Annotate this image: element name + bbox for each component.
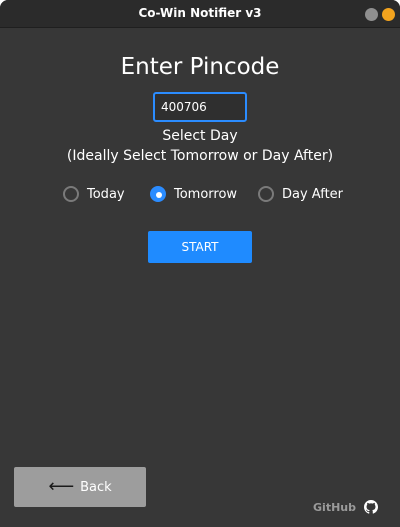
close-button[interactable] [382,8,395,21]
radio-button-icon[interactable] [63,186,79,202]
radio-today[interactable]: Today [63,186,125,202]
select-day-label: Select Day [162,128,238,144]
radio-tomorrow[interactable]: Tomorrow [150,186,237,202]
start-button[interactable]: START [148,231,252,263]
back-button[interactable]: ⟵ Back [14,467,146,507]
radio-day-after[interactable]: Day After [258,186,343,202]
radio-button-icon[interactable] [150,186,166,202]
github-link[interactable]: GitHub [313,500,378,514]
window-title: Co-Win Notifier v3 [138,6,262,20]
radio-button-icon[interactable] [258,186,274,202]
app-window: Co-Win Notifier v3 Enter Pincode Select … [0,0,400,527]
radio-label: Tomorrow [174,186,238,202]
github-label: GitHub [313,500,356,514]
page-title: Enter Pincode [120,54,280,80]
pincode-input[interactable] [153,92,247,122]
day-radio-group: Today Tomorrow Day After [0,186,400,208]
radio-label: Today [87,186,125,202]
back-button-label: Back [80,479,112,495]
title-bar[interactable]: Co-Win Notifier v3 [0,0,400,28]
github-icon [364,500,378,514]
select-day-hint: (Ideally Select Tomorrow or Day After) [66,148,334,164]
radio-label: Day After [282,186,344,202]
arrow-left-icon: ⟵ [48,476,75,497]
minimize-button[interactable] [365,8,378,21]
